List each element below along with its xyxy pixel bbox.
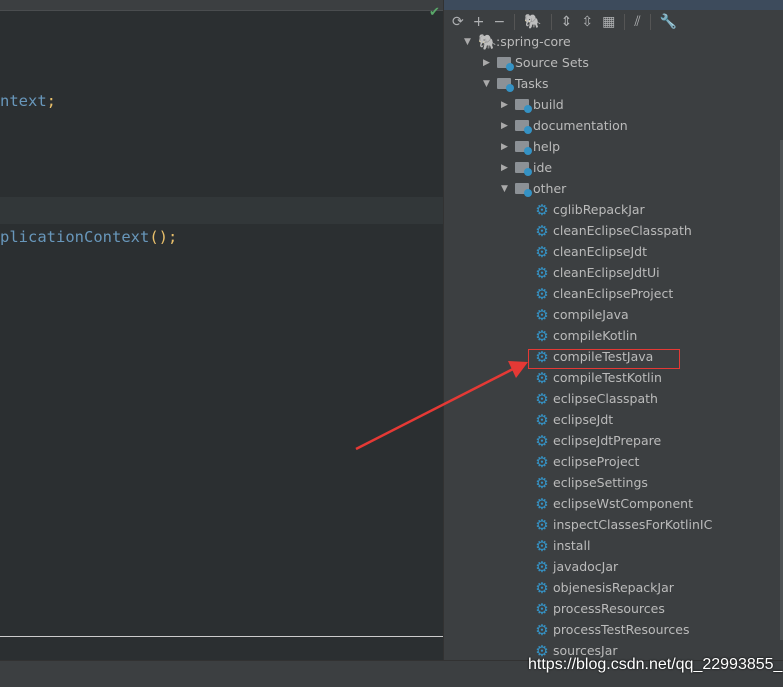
annotation-arrow	[355, 361, 528, 451]
watermark: https://blog.csdn.net/qq_22993855_	[528, 656, 783, 673]
